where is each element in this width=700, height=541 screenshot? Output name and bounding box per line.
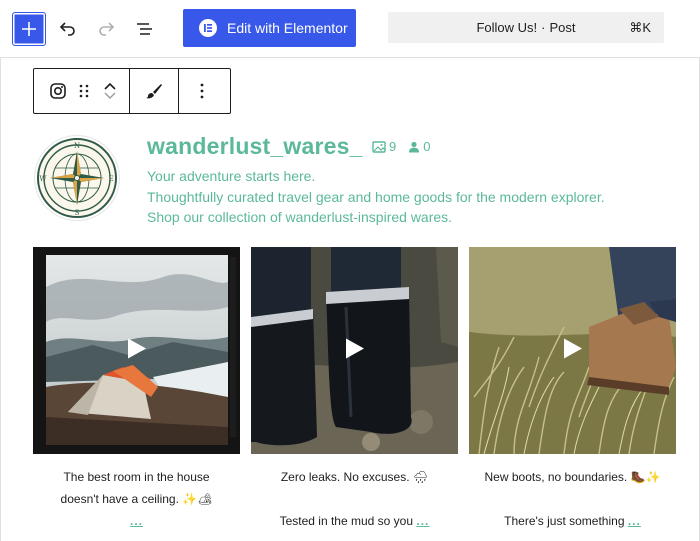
move-up-icon[interactable] [103, 81, 117, 91]
document-title: Follow Us! [476, 20, 538, 35]
command-shortcut: ⌘K [629, 20, 651, 35]
posts-stat: 9 [372, 139, 396, 154]
caption-more-link[interactable]: ... [628, 514, 641, 528]
document-separator: · [541, 20, 546, 35]
posts-count: 9 [389, 139, 397, 154]
followers-stat: 0 [408, 139, 430, 154]
feed-post-1[interactable] [33, 247, 240, 454]
profile-stats: 9 0 [372, 139, 430, 154]
move-down-icon[interactable] [103, 91, 117, 101]
caption-line: Zero leaks. No excuses. 🌧 [280, 470, 429, 484]
add-block-button[interactable] [12, 12, 46, 46]
bio-line: Your adventure starts here. [147, 168, 316, 184]
document-title-bar[interactable]: Follow Us! · Post ⌘K [388, 12, 664, 43]
undo-button[interactable] [52, 13, 84, 45]
drag-handle-icon [79, 84, 89, 98]
caption-line: Tested in the mud so you [279, 514, 414, 528]
bio-line: Shop our collection of wanderlust-inspir… [147, 209, 453, 225]
profile-username[interactable]: wanderlust_wares_ [147, 133, 363, 160]
feed-post-2[interactable] [251, 247, 458, 454]
document-type: Post [549, 20, 576, 35]
caption-line: The best room in the house [63, 470, 210, 484]
more-options-button[interactable] [193, 69, 211, 113]
instagram-icon [50, 83, 66, 99]
editor-top-toolbar: Edit with Elementor Follow Us! · Post ⌘K [0, 0, 700, 58]
block-mover [99, 69, 121, 113]
feed-post-3[interactable] [469, 247, 676, 454]
block-toolbar [33, 68, 231, 114]
undo-icon [59, 22, 75, 36]
profile-avatar[interactable]: N S W E [34, 135, 120, 221]
feed-caption-2: Zero leaks. No excuses. 🌧 Tested in the … [251, 466, 458, 532]
redo-icon [99, 22, 115, 36]
elementor-logo-icon [199, 19, 217, 37]
play-icon[interactable] [126, 336, 148, 365]
play-icon[interactable] [344, 336, 366, 365]
brush-icon [146, 84, 162, 99]
feed-caption-3: New boots, no boundaries. 🥾✨ There's jus… [469, 466, 676, 532]
bio-line: Thoughtfully curated travel gear and hom… [147, 188, 605, 205]
list-view-icon [137, 23, 152, 35]
svg-text:S: S [75, 209, 80, 217]
followers-count: 0 [423, 139, 431, 154]
caption-line: There's just something [504, 514, 625, 528]
edit-with-elementor-button[interactable]: Edit with Elementor [183, 9, 356, 47]
elementor-button-label: Edit with Elementor [227, 20, 348, 36]
feed-caption-1: The best room in the house doesn't have … [33, 466, 240, 532]
user-icon [409, 141, 420, 152]
document-overview-button[interactable] [129, 13, 161, 45]
drag-handle[interactable] [69, 69, 99, 113]
image-icon [372, 140, 386, 153]
redo-button[interactable] [90, 13, 122, 45]
plus-icon [22, 22, 36, 36]
caption-line: doesn't have a ceiling. ✨🏕 [60, 492, 213, 506]
caption-more-link[interactable]: ... [416, 514, 429, 528]
more-vertical-icon [200, 83, 204, 99]
svg-text:W: W [39, 175, 47, 183]
svg-text:N: N [74, 142, 80, 150]
block-type-button[interactable] [47, 69, 69, 113]
compass-logo-icon: N S W E [37, 138, 117, 218]
caption-line: New boots, no boundaries. 🥾✨ [484, 470, 661, 484]
profile-bio: Your adventure starts here. Thoughtfully… [147, 166, 605, 228]
style-button[interactable] [143, 69, 165, 113]
play-icon[interactable] [562, 336, 584, 365]
caption-more-link[interactable]: ... [130, 514, 143, 528]
svg-text:E: E [108, 175, 113, 183]
